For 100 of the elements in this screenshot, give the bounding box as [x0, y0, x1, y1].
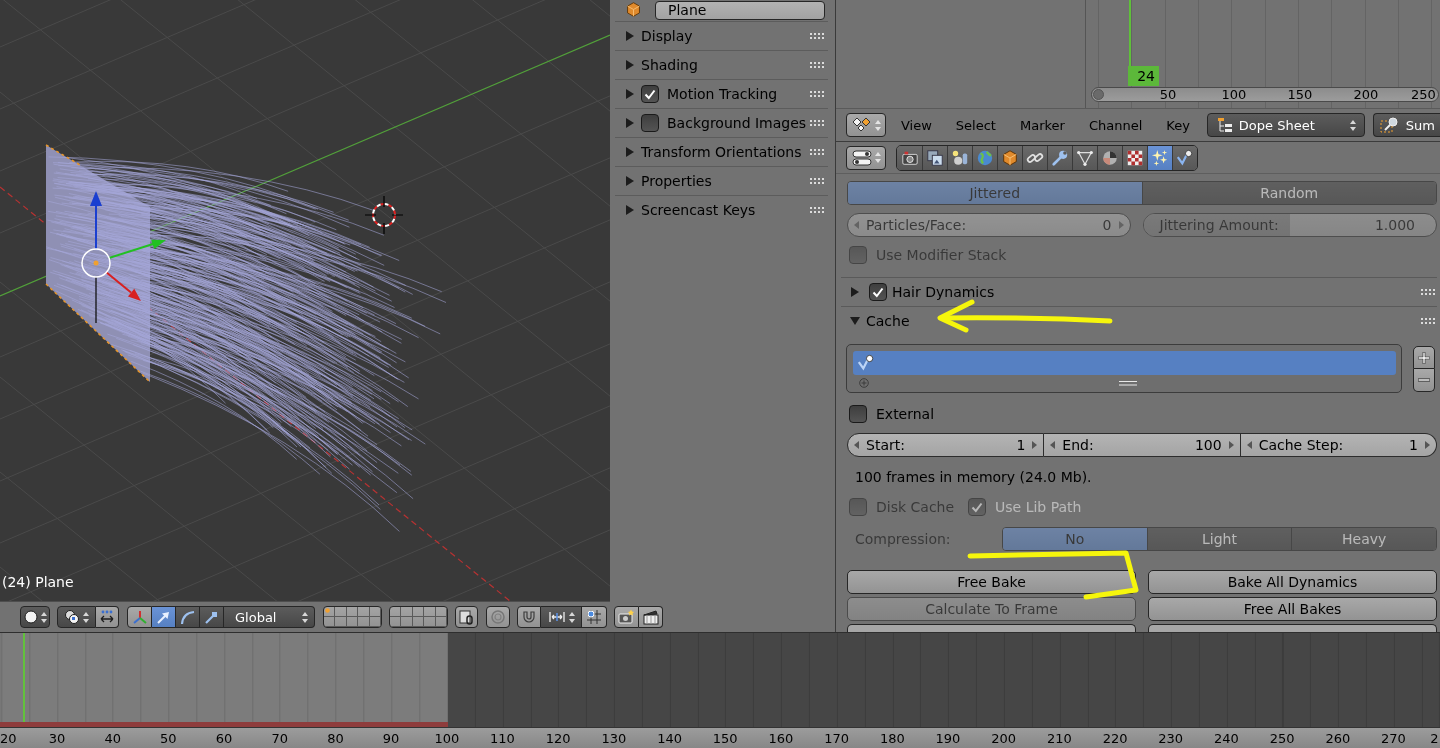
layer-toggle[interactable] [424, 617, 436, 627]
properties-tab[interactable] [972, 145, 997, 170]
layer-toggle[interactable] [324, 607, 336, 617]
snap-toggle[interactable] [517, 606, 541, 628]
remove-button[interactable] [1413, 369, 1435, 392]
object-name-field[interactable]: Plane [655, 1, 825, 20]
checkbox[interactable] [641, 85, 659, 103]
checkbox-label[interactable]: External [876, 406, 935, 422]
layer-toggle[interactable] [401, 617, 413, 627]
render-image-button[interactable] [614, 606, 639, 628]
drag-grip-icon[interactable] [810, 148, 825, 156]
snap-target-button[interactable] [582, 606, 607, 628]
render-animation-button[interactable] [639, 606, 663, 628]
layer-toggle[interactable] [412, 607, 425, 617]
axes-toggle[interactable] [127, 606, 152, 628]
panel-title[interactable]: Shading [641, 57, 698, 73]
disclosure-triangle-icon[interactable] [625, 89, 635, 99]
disclosure-triangle-icon[interactable] [625, 60, 635, 70]
layer-toggle[interactable] [401, 607, 413, 617]
disclosure-triangle-icon[interactable] [625, 176, 635, 186]
action-button[interactable]: Free Bake [847, 570, 1136, 594]
drag-grip-icon[interactable] [1421, 317, 1436, 325]
shading-dropdown[interactable] [20, 606, 50, 628]
properties-tab[interactable] [1097, 145, 1122, 170]
menu-item[interactable]: Channel [1076, 117, 1155, 133]
disclosure-triangle-icon[interactable] [850, 316, 860, 326]
properties-tab[interactable] [1172, 145, 1197, 170]
layer-toggle[interactable] [412, 617, 425, 627]
proportional-edit-button[interactable] [486, 606, 510, 628]
number-field[interactable]: Cache Step: 1 [1240, 433, 1437, 457]
properties-tab[interactable] [897, 145, 922, 170]
add-button[interactable] [1413, 346, 1435, 369]
layer-toggle[interactable] [390, 617, 402, 627]
add-circle-icon[interactable] [859, 378, 869, 388]
layer-toggle[interactable] [435, 607, 447, 617]
right-arrow-icon[interactable] [1425, 441, 1430, 449]
left-arrow-icon[interactable] [854, 441, 859, 449]
drag-grip-icon[interactable] [810, 119, 825, 127]
drag-grip-icon[interactable] [810, 206, 825, 214]
mode-dropdown[interactable]: Dope Sheet [1206, 113, 1365, 137]
panel-title[interactable]: Screencast Keys [641, 202, 756, 218]
drag-grip-icon[interactable] [810, 61, 825, 69]
layer-toggle[interactable] [424, 607, 436, 617]
layer-toggle[interactable] [435, 617, 447, 627]
panel-title[interactable]: Background Images [667, 115, 807, 131]
panel-title[interactable]: Hair Dynamics [892, 284, 995, 300]
drag-grip-icon[interactable] [810, 32, 825, 40]
orientation-dropdown[interactable]: Global [224, 606, 315, 628]
checkbox[interactable] [849, 405, 867, 423]
frame-range-area[interactable] [0, 633, 448, 727]
layer-toggle[interactable] [324, 617, 336, 627]
drag-grip-icon[interactable] [810, 90, 825, 98]
cut-off-button[interactable] [1148, 624, 1437, 632]
menu-item[interactable]: View [889, 117, 944, 133]
layer-toggle[interactable] [358, 617, 370, 627]
frame-ruler[interactable]: 20 30 40 50 60 70 80 90 100 110 120 130 140 150 160 170 180 190 200 210 220 230 240 250 260 270 2 [0, 727, 1440, 748]
panel-title[interactable]: Cache [866, 313, 910, 329]
layer-toggle[interactable] [335, 617, 347, 627]
lock-button[interactable] [455, 606, 478, 628]
panel-title[interactable]: Display [641, 28, 693, 44]
manipulator-button[interactable] [152, 606, 176, 628]
horizontal-scrollbar[interactable]: 50 100 150 200 250 [1091, 87, 1439, 102]
disclosure-triangle-icon[interactable] [625, 118, 635, 128]
left-arrow-icon[interactable] [1246, 441, 1252, 449]
crosshair-ring-icon[interactable] [364, 195, 404, 235]
layer-toggle[interactable] [346, 607, 359, 617]
scroll-handle[interactable] [1093, 89, 1104, 100]
cut-off-button[interactable] [847, 624, 1136, 632]
properties-tab[interactable] [1047, 145, 1072, 170]
action-button[interactable]: Bake All Dynamics [1148, 570, 1437, 594]
layer-toggle[interactable] [369, 607, 381, 617]
3d-viewport[interactable]: (24) Plane [0, 0, 610, 601]
disclosure-triangle-icon[interactable] [625, 147, 635, 157]
properties-tab[interactable] [997, 145, 1022, 170]
menu-item[interactable]: Marker [1007, 117, 1077, 133]
menu-item[interactable]: Key [1154, 117, 1202, 133]
layer-toggle[interactable] [335, 607, 347, 617]
checkbox[interactable] [869, 283, 887, 301]
properties-tab[interactable] [1147, 145, 1172, 170]
layer-toggle[interactable] [369, 617, 381, 627]
pivot-dropdown[interactable] [57, 606, 96, 628]
summary-button[interactable]: Sum [1372, 113, 1440, 137]
translate-gizmo[interactable] [81, 191, 166, 324]
layer-toggle[interactable] [358, 607, 370, 617]
properties-tab[interactable] [947, 145, 972, 170]
checkbox[interactable] [641, 114, 659, 132]
disclosure-triangle-icon[interactable] [625, 205, 635, 215]
disclosure-triangle-icon[interactable] [625, 31, 635, 41]
drag-grip-icon[interactable] [810, 177, 825, 185]
properties-tab[interactable] [1072, 145, 1097, 170]
editor-type-button[interactable] [846, 145, 886, 170]
properties-tab[interactable] [1022, 145, 1047, 170]
action-button[interactable]: Free All Bakes [1148, 597, 1437, 621]
editor-type-button[interactable] [846, 113, 886, 137]
manipulator-button[interactable] [200, 606, 224, 628]
manipulator-toggle[interactable] [96, 606, 119, 628]
drag-grip-icon[interactable] [1421, 288, 1436, 296]
current-frame-label[interactable]: 24 [1128, 66, 1159, 86]
panel-title[interactable]: Motion Tracking [667, 86, 778, 102]
number-field[interactable]: End: 100 [1044, 433, 1241, 457]
